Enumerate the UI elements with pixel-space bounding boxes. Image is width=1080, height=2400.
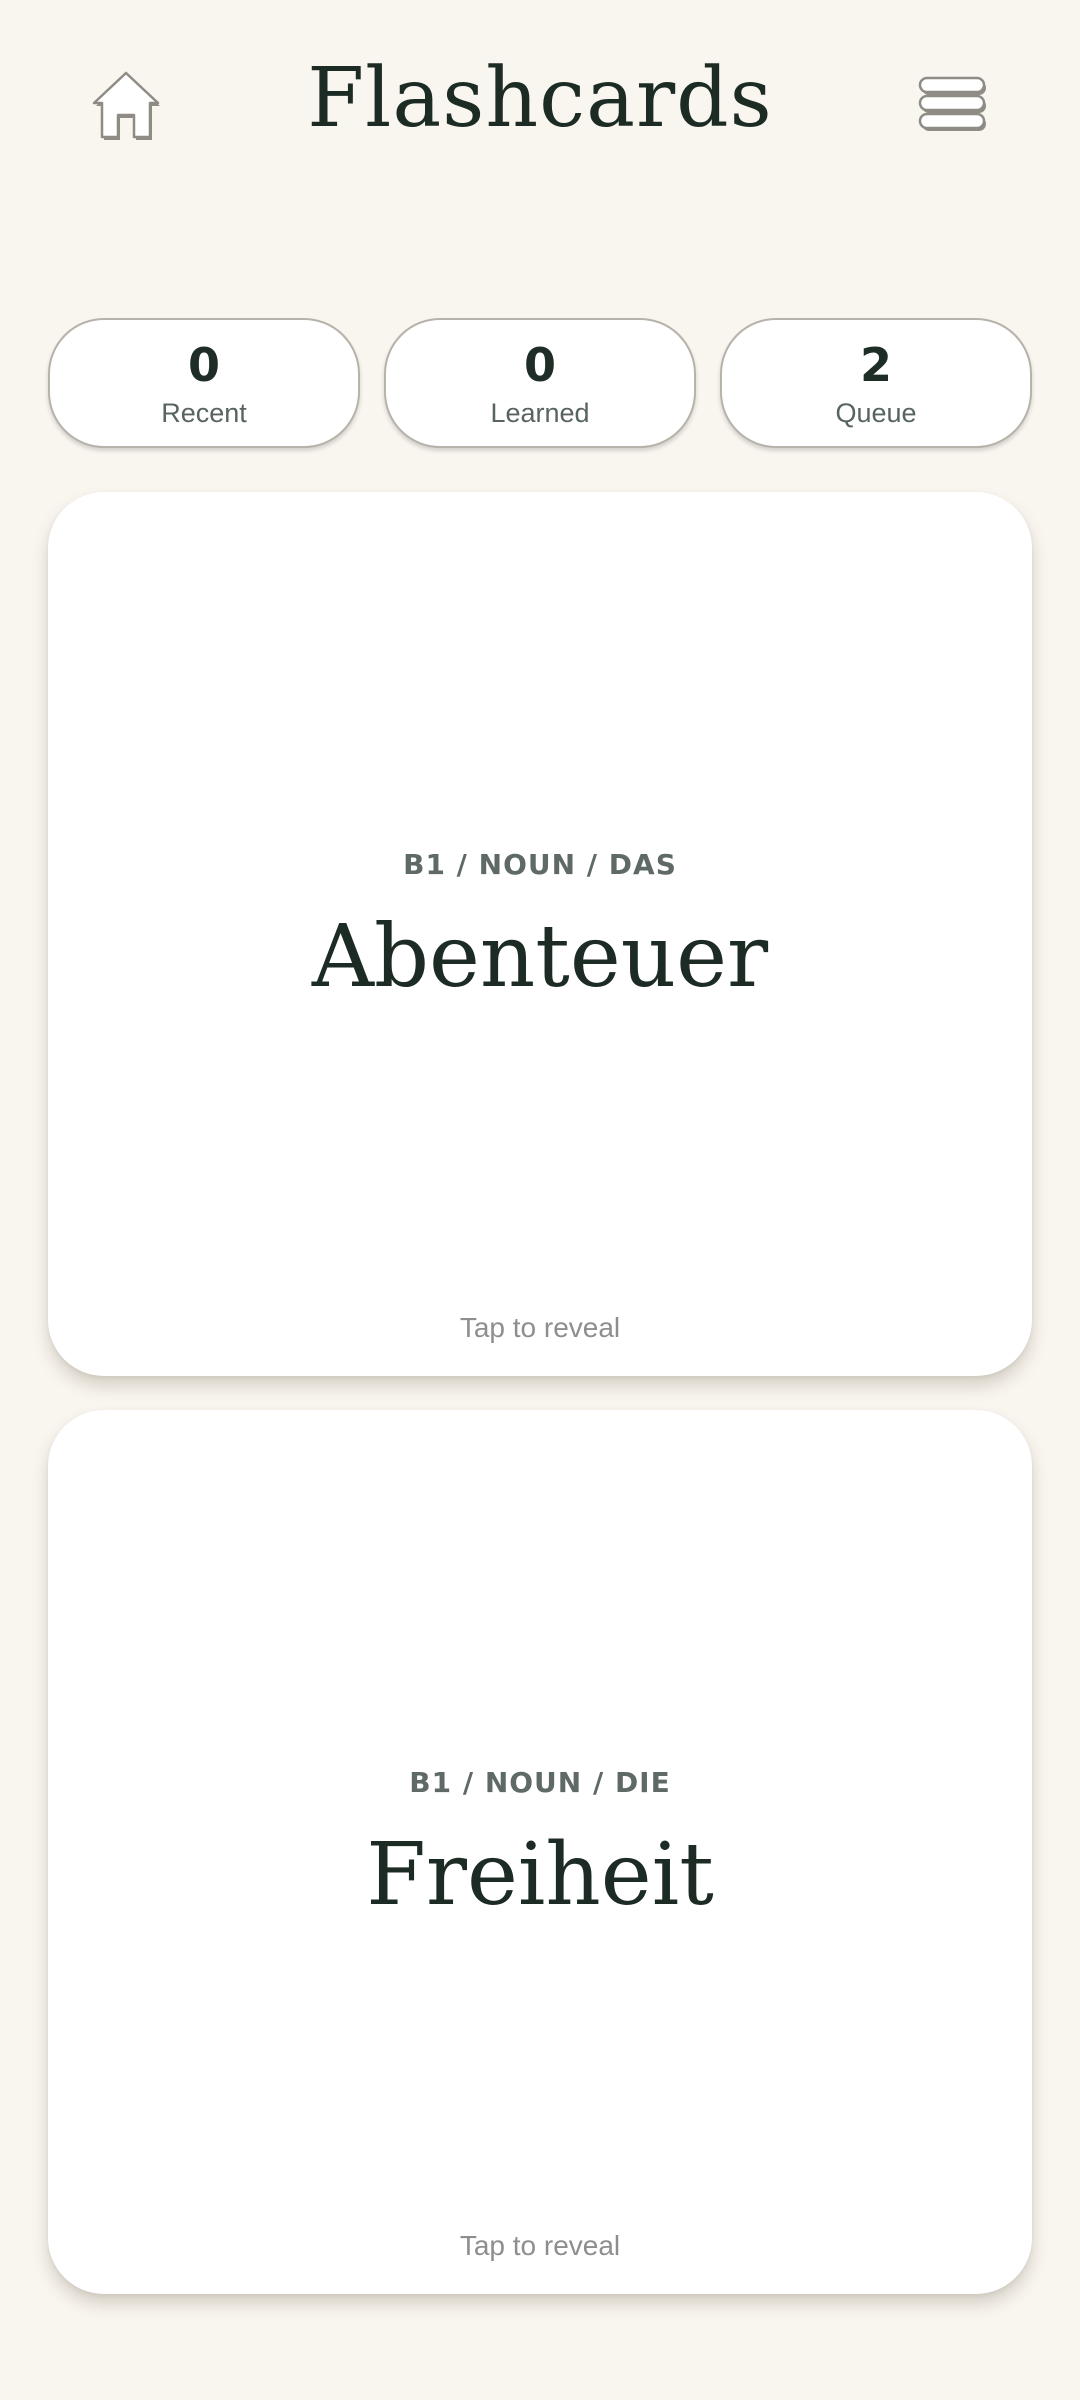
flashcard[interactable]: B1 / NOUN / DAS Abenteuer Tap to reveal bbox=[48, 492, 1032, 1376]
stat-value: 2 bbox=[859, 337, 892, 392]
menu-button[interactable] bbox=[912, 66, 992, 142]
stat-label: Recent bbox=[161, 397, 247, 428]
stat-queue[interactable]: 2 Queue bbox=[720, 318, 1032, 448]
tap-to-reveal-hint: Tap to reveal bbox=[459, 1312, 621, 1343]
app-header: Flashcards bbox=[0, 0, 1080, 210]
stat-label: Queue bbox=[835, 397, 917, 428]
stat-label: Learned bbox=[490, 397, 590, 428]
stat-recent[interactable]: 0 Recent bbox=[48, 318, 360, 448]
flashcard[interactable]: B1 / NOUN / DIE Freiheit Tap to reveal bbox=[48, 1410, 1032, 2294]
card-word: Freiheit bbox=[366, 1825, 714, 1925]
page-title: Flashcards bbox=[307, 51, 773, 146]
tap-to-reveal-hint: Tap to reveal bbox=[459, 2230, 621, 2261]
card-meta: B1 / NOUN / DIE bbox=[409, 1766, 671, 1799]
card-word: Abenteuer bbox=[311, 907, 769, 1007]
stat-value: 0 bbox=[523, 337, 556, 392]
stat-value: 0 bbox=[187, 337, 220, 392]
home-button[interactable] bbox=[80, 60, 172, 150]
stacked-menu-icon bbox=[918, 76, 986, 131]
stat-learned[interactable]: 0 Learned bbox=[384, 318, 696, 448]
card-meta: B1 / NOUN / DAS bbox=[403, 848, 677, 881]
home-icon bbox=[92, 71, 160, 140]
stats-row: 0 Recent 0 Learned 2 Queue bbox=[48, 318, 1032, 448]
